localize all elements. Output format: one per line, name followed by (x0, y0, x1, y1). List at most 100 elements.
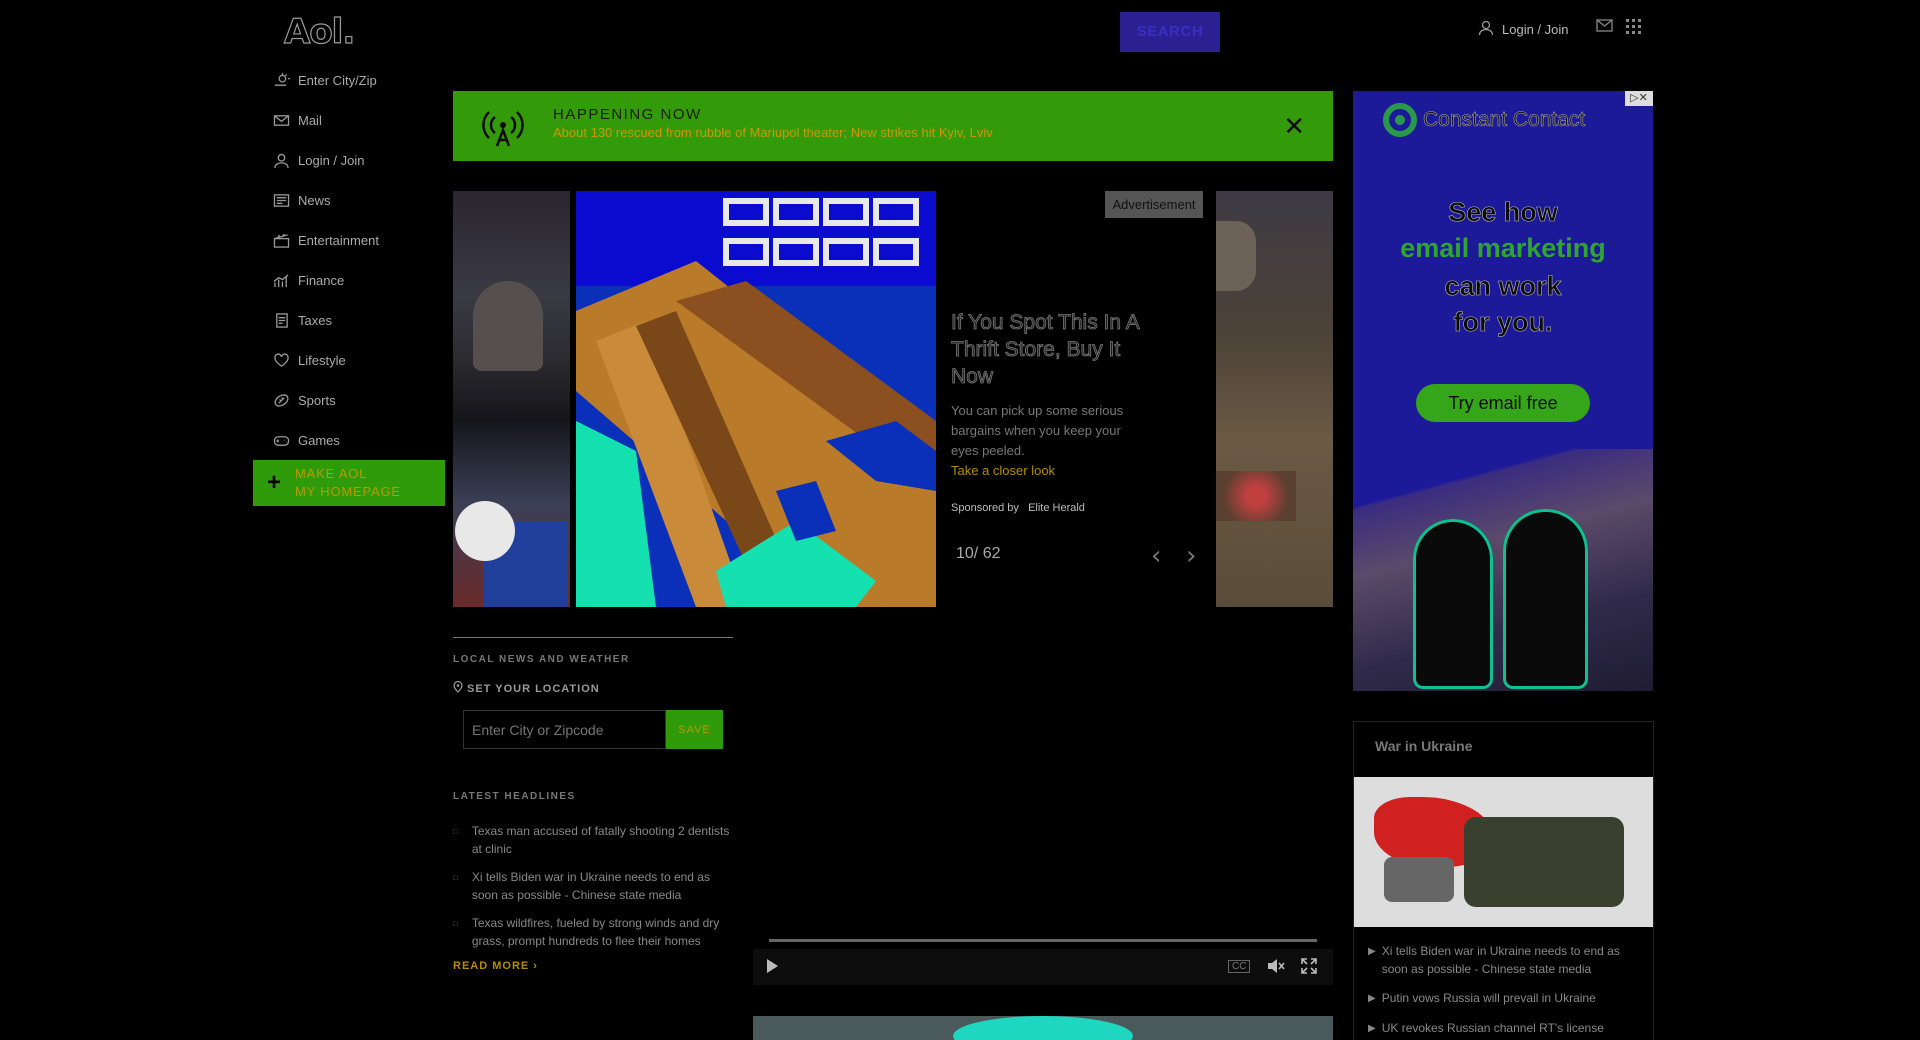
ad-line-1: See how (1448, 197, 1558, 228)
closed-captions-icon[interactable]: CC (1228, 960, 1251, 973)
sidebar-item-label: News (298, 192, 331, 208)
ad-brand: Constant Contact (1383, 103, 1586, 137)
save-location-button[interactable]: SAVE (666, 710, 723, 749)
user-icon (1478, 20, 1494, 39)
fullscreen-icon[interactable] (1301, 958, 1317, 977)
photo-gallery: Advertisement If You Spot This In A Thri… (453, 191, 1333, 607)
list-item[interactable]: ▶ UK revokes Russian channel RT's license (1368, 1019, 1648, 1038)
header-login-label: Login / Join (1502, 21, 1569, 37)
location-form: SAVE (463, 710, 733, 749)
happening-text[interactable]: About 130 rescued from rubble of Mariupo… (553, 125, 993, 140)
chevron-left-icon[interactable]: ‹ (1151, 541, 1161, 571)
aol-logo[interactable]: Aol. (283, 11, 355, 52)
mute-icon[interactable] (1267, 958, 1285, 977)
chart-icon (272, 272, 290, 288)
local-news-title: LOCAL NEWS AND WEATHER (453, 654, 630, 665)
gallery-caption-card: Advertisement If You Spot This In A Thri… (936, 191, 1223, 607)
football-icon (272, 392, 290, 408)
happening-title: HAPPENING NOW (553, 106, 702, 123)
video-controls: CC (753, 949, 1333, 985)
triangle-bullet-icon: ▶ (1368, 946, 1376, 957)
sidebar-item-finance[interactable]: Finance (270, 260, 445, 300)
ad-cta-button[interactable]: Try email free (1416, 384, 1590, 422)
sidebar-item-entertainment[interactable]: Entertainment (270, 220, 445, 260)
play-icon[interactable] (765, 958, 779, 977)
sidebar-item-login[interactable]: Login / Join (270, 140, 445, 180)
zipcode-input[interactable] (463, 710, 666, 749)
user-icon (272, 152, 290, 168)
list-item[interactable]: ▶ Xi tells Biden war in Ukraine needs to … (1368, 942, 1648, 978)
gallery-counter: 10/ 62 (956, 545, 1001, 562)
sidebar-item-news[interactable]: News (270, 180, 445, 220)
list-item[interactable]: □ Texas man accused of fatally shooting 2… (453, 822, 733, 858)
sidebar-item-lifestyle[interactable]: Lifestyle (270, 340, 445, 380)
war-in-ukraine-box: War in Ukraine ▶ Xi tells Biden war in Uk… (1353, 721, 1654, 1040)
document-icon (272, 312, 290, 328)
latest-headlines-title: LATEST HEADLINES (453, 791, 576, 802)
war-box-image[interactable] (1354, 777, 1653, 927)
close-icon[interactable]: ✕ (1283, 111, 1305, 142)
ad-photo (1353, 449, 1653, 691)
sidebar-item-taxes[interactable]: Taxes (270, 300, 445, 340)
mail-icon[interactable] (1596, 19, 1613, 37)
sidebar-item-label: Finance (298, 272, 345, 288)
read-more-link[interactable]: READ MORE › (453, 960, 733, 972)
chevron-right-icon[interactable]: › (1186, 541, 1196, 571)
local-news-section: LOCAL NEWS AND WEATHER SET YOUR LOCATION… (453, 637, 733, 972)
sidebar-item-label: Sports (298, 392, 336, 408)
constant-contact-ad[interactable]: ▷✕ Constant Contact See how email market… (1353, 91, 1653, 691)
sidebar-item-label: Login / Join (298, 152, 365, 168)
weather-icon (272, 72, 290, 88)
news-icon (272, 192, 290, 208)
constant-contact-logo-icon (1383, 103, 1417, 137)
ad-line-2: email marketing (1400, 233, 1606, 263)
set-location-label: SET YOUR LOCATION (453, 680, 733, 696)
triangle-bullet-icon: ▶ (1368, 1023, 1376, 1034)
sidebar-item-label: Mail (298, 112, 322, 128)
location-pin-icon (453, 680, 463, 696)
heart-icon (272, 352, 290, 368)
sidebar-item-label: Entertainment (298, 232, 379, 248)
sidebar-item-label: Taxes (298, 312, 332, 328)
clapperboard-icon (272, 232, 290, 248)
sidebar-item-label: Games (298, 432, 340, 448)
sidebar-item-label: Lifestyle (298, 352, 346, 368)
triangle-bullet-icon: ▶ (1368, 993, 1376, 1004)
broadcast-icon (482, 111, 524, 147)
make-homepage-button[interactable]: + MAKE AOL MY HOMEPAGE (253, 460, 445, 506)
sidebar-item-weather[interactable]: Enter City/Zip (270, 60, 445, 100)
gallery-headline[interactable]: If You Spot This In A Thrift Store, Buy … (951, 309, 1156, 390)
list-item[interactable]: ▶ Putin vows Russia will prevail in Ukrai… (1368, 989, 1648, 1008)
list-item[interactable]: □ Xi tells Biden war in Ukraine needs to … (453, 868, 733, 904)
latest-headlines-list: □ Texas man accused of fatally shooting 2… (453, 822, 733, 950)
video-player[interactable]: CC (753, 637, 1333, 985)
plus-icon: + (267, 469, 282, 496)
gamepad-icon (272, 432, 290, 448)
video-progress-bar[interactable] (769, 939, 1317, 942)
list-item[interactable]: □ Texas wildfires, fueled by strong winds… (453, 914, 733, 950)
gallery-prev-image[interactable] (453, 191, 570, 607)
sidebar-item-mail[interactable]: Mail (270, 100, 445, 140)
sidebar-item-games[interactable]: Games (270, 420, 445, 460)
advertisement-tag: Advertisement (1105, 191, 1203, 218)
adchoices-icon[interactable]: ▷✕ (1625, 91, 1653, 106)
gallery-main-image[interactable] (576, 191, 936, 607)
header-login-link[interactable]: Login / Join (1478, 20, 1569, 38)
gallery-description: You can pick up some serious bargains wh… (951, 403, 1124, 458)
sidebar-item-label: Enter City/Zip (298, 72, 377, 88)
gallery-cta-link[interactable]: Take a closer look (951, 463, 1055, 478)
gallery-next-image[interactable] (1216, 191, 1333, 607)
sidebar-item-sports[interactable]: Sports (270, 380, 445, 420)
gallery-sponsor: Sponsored by Elite Herald (951, 502, 1085, 514)
apps-grid-icon[interactable] (1625, 18, 1642, 40)
mail-icon (272, 112, 290, 128)
ad-line-4: for you. (1453, 307, 1553, 338)
happening-now-banner[interactable]: HAPPENING NOW About 130 rescued from rub… (453, 91, 1333, 161)
sidebar-nav: Enter City/Zip Mail Login / Join News En… (270, 60, 445, 460)
next-article-image[interactable] (753, 1016, 1333, 1040)
make-homepage-label: MAKE AOL MY HOMEPAGE (295, 466, 401, 499)
war-headlines-list: ▶ Xi tells Biden war in Ukraine needs to … (1368, 942, 1648, 1040)
war-box-title[interactable]: War in Ukraine (1375, 738, 1473, 754)
ad-line-3: can work (1444, 271, 1562, 302)
search-button[interactable]: SEARCH (1120, 12, 1220, 52)
